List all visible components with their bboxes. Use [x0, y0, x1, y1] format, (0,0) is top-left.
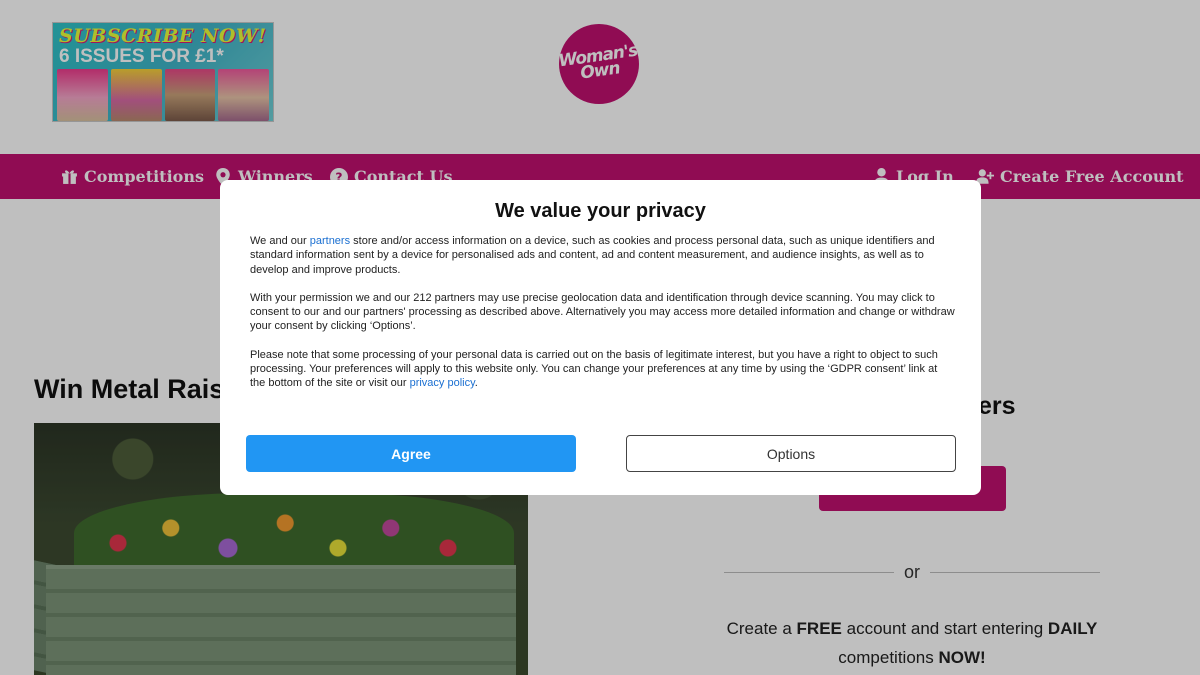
partners-link[interactable]: partners: [310, 235, 350, 247]
consent-paragraph-3: Please note that some processing of your…: [250, 348, 955, 391]
dialog-title: We value your privacy: [495, 200, 706, 222]
consent-paragraph-1: We and our partners store and/or access …: [250, 234, 955, 277]
privacy-consent-dialog: We value your privacy We and our partner…: [220, 180, 981, 495]
options-button[interactable]: Options: [626, 435, 956, 472]
dialog-body: We and our partners store and/or access …: [250, 234, 955, 405]
consent-text: We and our: [250, 235, 310, 247]
privacy-policy-link[interactable]: privacy policy: [410, 377, 475, 389]
consent-text: Please note that some processing of your…: [250, 348, 938, 390]
agree-button[interactable]: Agree: [246, 435, 576, 472]
consent-paragraph-2: With your permission we and our 212 part…: [250, 291, 955, 333]
consent-text: .: [474, 377, 478, 390]
consent-text: store and/or access information on a dev…: [250, 235, 935, 276]
